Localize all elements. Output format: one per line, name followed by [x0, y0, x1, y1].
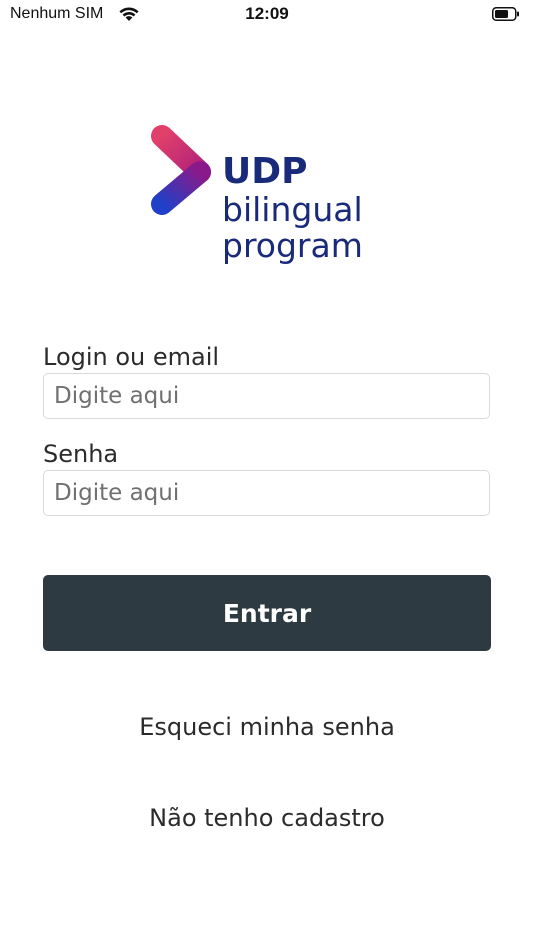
chevron-logo-icon	[151, 125, 211, 215]
status-bar: Nenhum SIM 12:09	[0, 0, 534, 30]
password-input[interactable]	[43, 470, 490, 516]
login-screen: Nenhum SIM 12:09 UDP bilingual program L…	[0, 0, 534, 950]
udp-logo: UDP bilingual program	[150, 124, 380, 274]
status-time: 12:09	[245, 4, 289, 23]
password-label: Senha	[43, 440, 119, 468]
logo-line-program: program	[222, 226, 363, 265]
login-button[interactable]: Entrar	[43, 575, 491, 651]
logo-brand-text: UDP	[222, 151, 308, 192]
no-account-link[interactable]: Não tenho cadastro	[0, 803, 534, 833]
battery-icon	[492, 7, 519, 21]
login-input[interactable]	[43, 373, 490, 419]
login-label: Login ou email	[43, 343, 220, 371]
forgot-password-link[interactable]: Esqueci minha senha	[0, 712, 534, 742]
logo-line-bilingual: bilingual	[222, 190, 363, 229]
